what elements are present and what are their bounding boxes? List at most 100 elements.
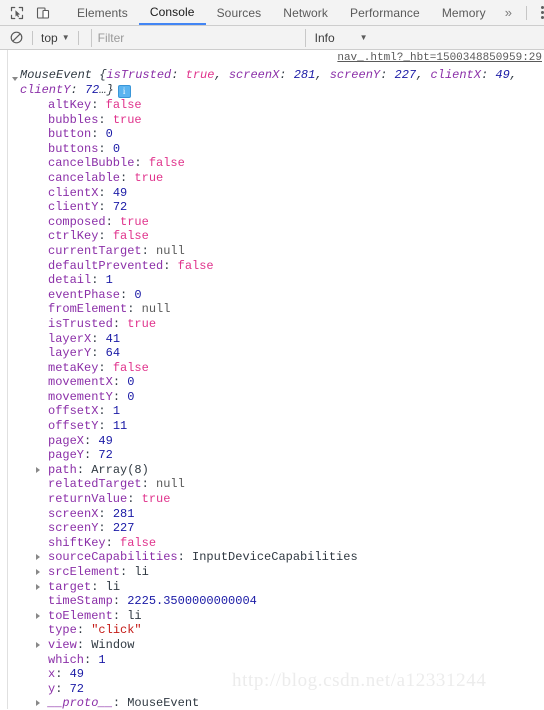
property-separator: : bbox=[91, 98, 106, 112]
property-value: 1 bbox=[98, 652, 106, 667]
object-property-row: toElement: li bbox=[0, 609, 544, 624]
tab-label: Network bbox=[283, 5, 329, 20]
object-property-row: fromElement: null bbox=[0, 302, 544, 317]
filter-input[interactable] bbox=[90, 28, 306, 47]
object-property-row: view: Window bbox=[0, 638, 544, 653]
property-name: __proto__ bbox=[48, 696, 113, 709]
expand-toggle-icon[interactable] bbox=[36, 700, 40, 707]
property-separator: : bbox=[98, 200, 113, 215]
tab-performance[interactable]: Performance bbox=[339, 0, 431, 25]
property-name: relatedTarget bbox=[48, 477, 142, 492]
property-value[interactable]: li bbox=[134, 565, 148, 579]
preview-value: true bbox=[185, 68, 215, 82]
property-name: returnValue bbox=[48, 492, 128, 507]
execution-context-select[interactable]: top ▼ bbox=[39, 31, 72, 45]
property-value: 49 bbox=[98, 433, 113, 448]
property-name: layerY bbox=[48, 346, 92, 361]
property-separator: : bbox=[76, 462, 92, 477]
object-property-row: button: 0 bbox=[0, 127, 544, 142]
property-value[interactable]: Array(8) bbox=[91, 463, 149, 477]
object-property-row: altKey: false bbox=[0, 98, 544, 113]
expand-toggle-icon[interactable] bbox=[12, 77, 18, 81]
info-badge-icon[interactable]: i bbox=[117, 85, 131, 98]
property-separator: : bbox=[98, 360, 113, 375]
property-name: offsetY bbox=[48, 419, 99, 434]
property-name: screenY bbox=[48, 521, 99, 536]
property-separator: : bbox=[112, 316, 128, 331]
property-value: false bbox=[148, 156, 185, 171]
preview-key: screenY bbox=[329, 68, 381, 82]
property-name: fromElement bbox=[48, 302, 128, 317]
expand-toggle-icon[interactable] bbox=[36, 583, 40, 590]
expand-toggle-icon[interactable] bbox=[36, 569, 40, 575]
property-value[interactable]: MouseEvent bbox=[127, 696, 199, 709]
property-separator: : bbox=[98, 112, 113, 127]
property-name: metaKey bbox=[48, 360, 99, 375]
property-name: shiftKey bbox=[48, 535, 106, 550]
object-preview-header: MouseEvent {isTrusted: true, screenX: 28… bbox=[0, 50, 517, 98]
property-value: null bbox=[141, 302, 171, 317]
preview-value: 281 bbox=[293, 68, 316, 82]
tab-sources[interactable]: Sources bbox=[206, 0, 273, 25]
property-value[interactable]: InputDeviceCapabilities bbox=[192, 550, 358, 564]
object-property-row: shiftKey: false bbox=[0, 536, 544, 551]
property-separator: : bbox=[98, 141, 113, 156]
property-separator: : bbox=[163, 258, 178, 273]
property-name: type bbox=[48, 623, 77, 638]
property-name: toElement bbox=[48, 608, 113, 623]
object-property-row: __proto__: MouseEvent bbox=[0, 696, 544, 709]
property-separator: : bbox=[91, 346, 106, 361]
expand-toggle-icon[interactable] bbox=[36, 641, 40, 648]
object-property-row: currentTarget: null bbox=[0, 244, 544, 259]
property-value[interactable]: li bbox=[127, 609, 141, 623]
clear-console-icon[interactable] bbox=[6, 28, 26, 48]
property-name: defaultPrevented bbox=[48, 258, 164, 273]
object-properties-list: altKey: false bubbles: true button: 0 butto… bbox=[0, 98, 544, 709]
property-separator: : bbox=[112, 389, 128, 404]
property-separator: : bbox=[76, 637, 92, 652]
device-toolbar-icon[interactable] bbox=[32, 2, 54, 24]
console-message: nav_.html?_hbt=1500348850959:29 MouseEve… bbox=[0, 50, 544, 709]
log-level-select[interactable]: Info ▼ bbox=[315, 31, 368, 45]
devtools-tabbar: Elements Console Sources Network Perform… bbox=[0, 0, 544, 26]
tab-label: Performance bbox=[350, 5, 420, 20]
property-value: false bbox=[112, 360, 149, 375]
tab-elements[interactable]: Elements bbox=[66, 0, 139, 25]
property-separator: : bbox=[112, 594, 128, 609]
expand-toggle-icon[interactable] bbox=[36, 466, 40, 473]
property-name: buttons bbox=[48, 141, 99, 156]
filterbar-divider-1 bbox=[32, 30, 33, 45]
property-value: false bbox=[120, 535, 157, 550]
object-property-row: clientY: 72 bbox=[0, 200, 544, 215]
property-value: null bbox=[156, 477, 185, 492]
object-property-row: ctrlKey: false bbox=[0, 229, 544, 244]
property-value: false bbox=[177, 258, 214, 273]
property-separator: : bbox=[112, 608, 128, 623]
tab-network[interactable]: Network bbox=[272, 0, 339, 25]
tab-console[interactable]: Console bbox=[138, 0, 206, 25]
property-name: button bbox=[48, 127, 92, 142]
object-property-row: target: li bbox=[0, 580, 544, 595]
property-value: true bbox=[134, 170, 164, 185]
panel-tabs: Elements Console Sources Network Perform… bbox=[66, 0, 497, 25]
property-separator: : bbox=[84, 433, 99, 448]
property-separator: : bbox=[120, 287, 135, 302]
expand-toggle-icon[interactable] bbox=[36, 612, 40, 619]
tab-label: Sources bbox=[216, 5, 262, 20]
object-property-row: movementX: 0 bbox=[0, 375, 544, 390]
tab-memory[interactable]: Memory bbox=[431, 0, 497, 25]
more-vertical-icon[interactable] bbox=[533, 2, 544, 24]
expand-toggle-icon[interactable] bbox=[36, 554, 40, 561]
property-value: 72 bbox=[98, 448, 113, 463]
property-value: 0 bbox=[105, 127, 113, 142]
preview-value: 72 bbox=[84, 83, 100, 97]
property-separator: : bbox=[84, 448, 99, 463]
preview-key: clientY bbox=[20, 83, 71, 97]
more-tabs-icon[interactable]: » bbox=[497, 5, 520, 20]
inspect-element-icon[interactable] bbox=[6, 2, 28, 24]
property-value[interactable]: li bbox=[106, 580, 120, 594]
object-property-row: isTrusted: true bbox=[0, 317, 544, 332]
object-class-name: MouseEvent bbox=[20, 68, 93, 82]
object-property-row: layerX: 41 bbox=[0, 332, 544, 347]
property-value[interactable]: Window bbox=[91, 638, 134, 652]
